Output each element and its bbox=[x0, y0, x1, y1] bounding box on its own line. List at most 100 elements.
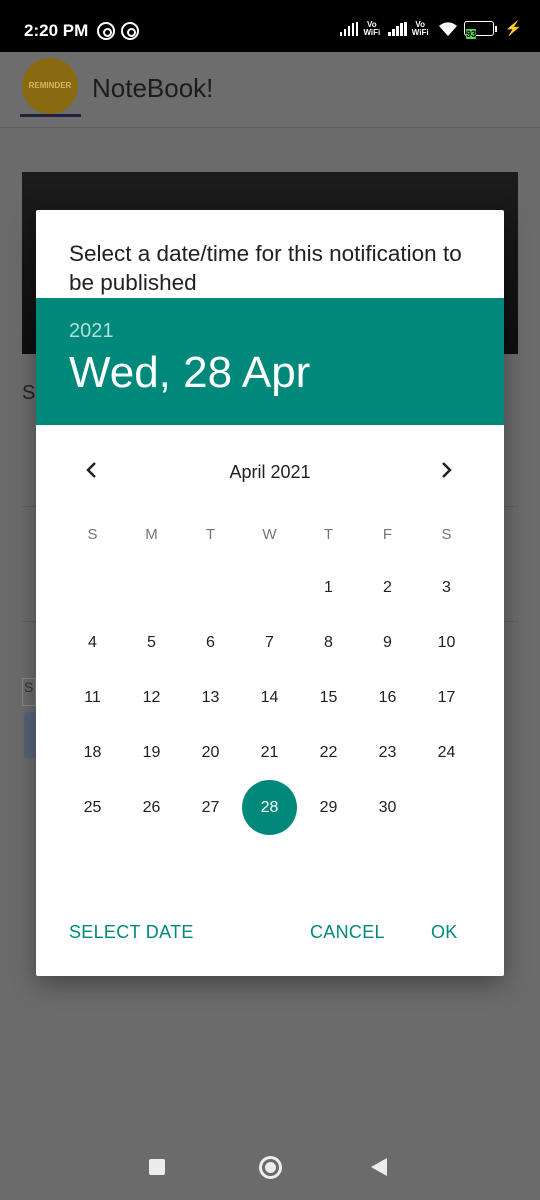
calendar-day[interactable]: 4 bbox=[63, 615, 122, 670]
calendar-day[interactable]: 10 bbox=[417, 615, 476, 670]
calendar-day[interactable]: 23 bbox=[358, 725, 417, 780]
calendar-day[interactable]: 1 bbox=[299, 560, 358, 615]
weekday-label: F bbox=[382, 526, 393, 543]
background-label: S bbox=[22, 382, 36, 404]
calendar-day[interactable]: 21 bbox=[240, 725, 299, 780]
vowifi-label: Vo WiFi bbox=[411, 19, 429, 37]
recents-icon[interactable] bbox=[149, 1159, 165, 1175]
vowifi-label: Vo WiFi bbox=[363, 19, 381, 37]
selected-day[interactable]: 28 bbox=[240, 780, 299, 835]
day-number: 23 bbox=[378, 743, 397, 761]
weekday-label: T bbox=[323, 526, 334, 543]
day-number: 30 bbox=[378, 798, 397, 816]
calendar-day[interactable]: 16 bbox=[358, 670, 417, 725]
day-number: 9 bbox=[383, 633, 392, 651]
cancel-button[interactable]: CANCEL bbox=[310, 922, 385, 943]
day-number: 24 bbox=[437, 743, 456, 761]
battery-level: 93 bbox=[466, 28, 477, 39]
status-bar: 2:20 PM Vo WiFi Vo WiFi 93 ⚡ bbox=[0, 0, 540, 52]
system-nav-bar bbox=[0, 1132, 540, 1200]
app-logo: REMINDER bbox=[22, 58, 78, 114]
day-number: 28 bbox=[260, 798, 279, 816]
calendar-day[interactable]: 27 bbox=[181, 780, 240, 835]
day-number: 3 bbox=[442, 578, 451, 596]
day-number: 19 bbox=[142, 743, 161, 761]
weekday-header: S M T W T F S bbox=[63, 526, 476, 543]
weekday-label: S bbox=[441, 526, 452, 543]
day-number: 21 bbox=[260, 743, 279, 761]
select-date-button[interactable]: SELECT DATE bbox=[69, 922, 194, 943]
app-title: NoteBook! bbox=[92, 73, 214, 103]
calendar-day[interactable]: 24 bbox=[417, 725, 476, 780]
header-selected-date[interactable]: Wed, 28 Apr bbox=[69, 348, 310, 398]
calendar-day[interactable]: 25 bbox=[63, 780, 122, 835]
background-input: S bbox=[22, 678, 36, 706]
calendar-day[interactable]: 3 bbox=[417, 560, 476, 615]
weekday-label: M bbox=[145, 526, 158, 543]
calendar-day[interactable]: 6 bbox=[181, 615, 240, 670]
empty-day-cell bbox=[122, 560, 181, 615]
calendar-day[interactable]: 22 bbox=[299, 725, 358, 780]
day-number: 5 bbox=[147, 633, 156, 651]
status-time: 2:20 PM bbox=[24, 21, 89, 40]
day-number: 8 bbox=[324, 633, 333, 651]
charging-icon: ⚡ bbox=[504, 20, 522, 36]
calendar-day[interactable]: 9 bbox=[358, 615, 417, 670]
day-number: 11 bbox=[84, 688, 101, 706]
calendar-day[interactable]: 7 bbox=[240, 615, 299, 670]
notification-icon bbox=[121, 22, 139, 40]
calendar-day[interactable]: 14 bbox=[240, 670, 299, 725]
status-icons: Vo WiFi Vo WiFi 93 ⚡ bbox=[339, 19, 522, 39]
day-number: 29 bbox=[319, 798, 338, 816]
day-number: 13 bbox=[201, 688, 220, 706]
back-icon[interactable] bbox=[371, 1158, 387, 1176]
empty-day-cell bbox=[181, 560, 240, 615]
weekday-label: S bbox=[87, 526, 98, 543]
calendar-day[interactable]: 19 bbox=[122, 725, 181, 780]
calendar-day[interactable]: 30 bbox=[358, 780, 417, 835]
day-number: 18 bbox=[83, 743, 102, 761]
day-number: 20 bbox=[201, 743, 220, 761]
day-number: 15 bbox=[319, 688, 338, 706]
day-number: 2 bbox=[383, 578, 392, 596]
empty-day-cell bbox=[63, 560, 122, 615]
calendar-day[interactable]: 2 bbox=[358, 560, 417, 615]
header-year[interactable]: 2021 bbox=[69, 320, 114, 343]
app-bar: REMINDER NoteBook! bbox=[0, 52, 540, 128]
calendar-day[interactable]: 8 bbox=[299, 615, 358, 670]
calendar-day[interactable]: 13 bbox=[181, 670, 240, 725]
calendar-day[interactable]: 5 bbox=[122, 615, 181, 670]
calendar-day[interactable]: 15 bbox=[299, 670, 358, 725]
day-number: 14 bbox=[260, 688, 279, 706]
calendar-day[interactable]: 26 bbox=[122, 780, 181, 835]
day-number: 25 bbox=[83, 798, 102, 816]
date-picker-dialog: Select a date/time for this notification… bbox=[36, 210, 504, 976]
calendar-day[interactable]: 17 bbox=[417, 670, 476, 725]
calendar-grid: 1 2 3 4 5 6 7 8 9 10 11 12 13 14 15 16 17 18 19 20 21 22 23 24 2… bbox=[63, 560, 476, 835]
day-number: 4 bbox=[88, 633, 97, 651]
day-number: 27 bbox=[201, 798, 220, 816]
calendar-day[interactable]: 20 bbox=[181, 725, 240, 780]
day-number: 10 bbox=[437, 633, 456, 651]
signal-icon bbox=[339, 21, 359, 36]
calendar-day[interactable]: 18 bbox=[63, 725, 122, 780]
calendar-day[interactable]: 12 bbox=[122, 670, 181, 725]
calendar-day[interactable]: 29 bbox=[299, 780, 358, 835]
home-icon[interactable] bbox=[259, 1156, 282, 1179]
weekday-label: W bbox=[262, 526, 277, 543]
day-number: 16 bbox=[378, 688, 397, 706]
weekday-label: T bbox=[205, 526, 216, 543]
day-number: 22 bbox=[319, 743, 338, 761]
day-number: 26 bbox=[142, 798, 161, 816]
signal-icon bbox=[388, 21, 407, 36]
date-header: 2021 Wed, 28 Apr bbox=[36, 298, 504, 425]
chevron-right-icon[interactable] bbox=[434, 458, 458, 482]
ok-button[interactable]: OK bbox=[431, 922, 458, 943]
dialog-title: Select a date/time for this notification… bbox=[69, 241, 462, 295]
day-number: 6 bbox=[206, 633, 215, 651]
calendar-day[interactable]: 11 bbox=[63, 670, 122, 725]
notification-icon bbox=[97, 22, 115, 40]
day-number: 1 bbox=[324, 578, 333, 596]
battery-icon: 93 bbox=[463, 21, 497, 39]
day-number: 12 bbox=[142, 688, 161, 706]
